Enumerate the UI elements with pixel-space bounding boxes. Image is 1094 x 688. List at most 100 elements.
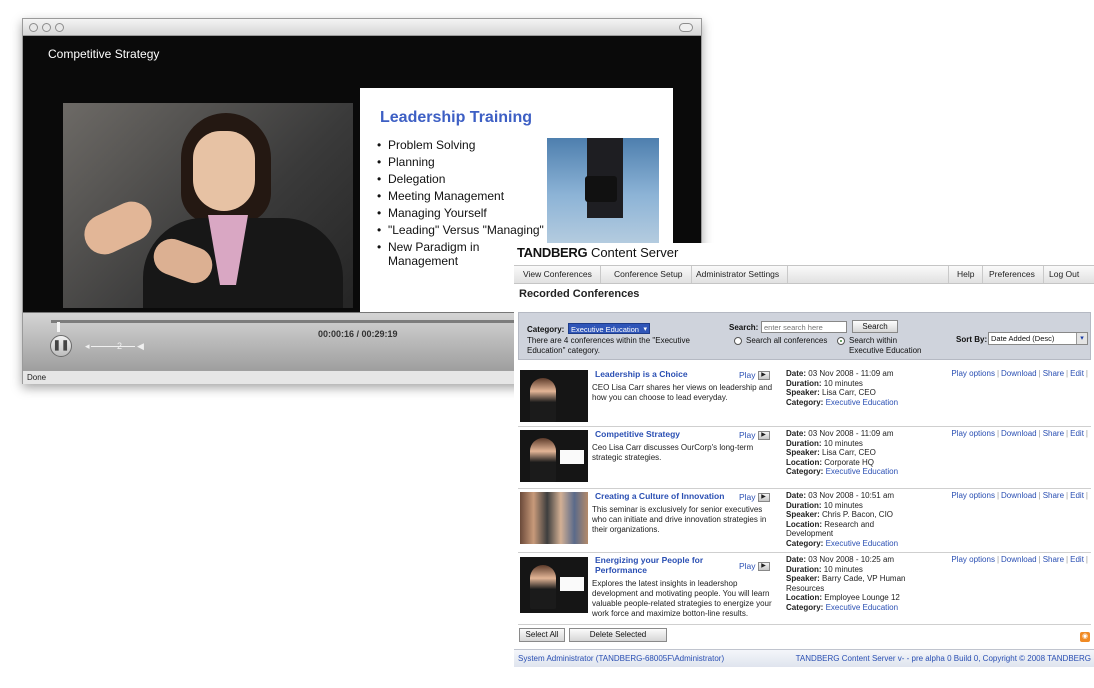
presentation-title: Competitive Strategy (48, 47, 160, 61)
row-actions: Play options | Download | Share | Edit | (951, 369, 1088, 378)
row-actions: Play options | Download | Share | Edit | (951, 429, 1088, 438)
conference-list: Leadership is a Choice Play ▶ CEO Lisa Ca… (518, 367, 1091, 625)
conference-title[interactable]: Competitive Strategy (595, 429, 715, 439)
volume-slider[interactable]: ◂ 2 ◀ (85, 339, 145, 353)
nav-administrator-settings[interactable]: Administrator Settings (688, 266, 789, 283)
download-link[interactable]: Download (1001, 369, 1037, 378)
table-row: Creating a Culture of Innovation Play ▶ T… (518, 489, 1091, 553)
slide-title: Leadership Training (380, 109, 533, 126)
edit-link[interactable]: Edit (1070, 429, 1084, 438)
search-input[interactable] (761, 321, 847, 333)
search-button[interactable]: Search (852, 320, 898, 333)
edit-link[interactable]: Edit (1070, 555, 1084, 564)
volume-low-icon: ◂ (85, 341, 90, 351)
progress-handle[interactable] (56, 322, 60, 332)
nav-help[interactable]: Help (948, 266, 984, 283)
category-link[interactable]: Executive Education (826, 603, 899, 612)
conference-thumbnail[interactable] (520, 557, 588, 613)
table-row: Leadership is a Choice Play ▶ CEO Lisa Ca… (518, 367, 1091, 427)
search-within-radio[interactable] (837, 337, 845, 345)
category-link[interactable]: Executive Education (826, 539, 899, 548)
category-count-note: There are 4 conferences within the "Exec… (527, 336, 690, 355)
logged-in-user: System Administrator (TANDBERG-68005F\Ad… (518, 654, 725, 663)
page-title: Recorded Conferences (519, 288, 640, 300)
play-icon: ▶ (757, 562, 770, 572)
delete-selected-button[interactable]: Delete Selected (569, 628, 667, 642)
search-all-radio[interactable] (734, 337, 742, 345)
nav-log-out[interactable]: Log Out (1041, 266, 1087, 283)
share-link[interactable]: Share (1043, 555, 1064, 564)
chevron-down-icon: ▾ (1076, 333, 1087, 344)
conference-thumbnail[interactable] (520, 492, 588, 544)
version-copyright: TANDBERG Content Server v- - pre alpha 0… (795, 654, 1091, 663)
sort-select[interactable]: Date Added (Desc) ▾ (988, 332, 1088, 345)
rss-icon[interactable]: ◉ (1080, 632, 1090, 642)
conference-description: Explores the latest insights in leadersh… (592, 579, 772, 618)
close-window-button[interactable] (29, 23, 38, 32)
conference-meta: Date: 03 Nov 2008 - 11:09 am Duration: 1… (786, 369, 899, 407)
select-all-button[interactable]: Select All (519, 628, 565, 642)
share-link[interactable]: Share (1043, 369, 1064, 378)
download-link[interactable]: Download (1001, 491, 1037, 500)
speaker-video (63, 103, 353, 308)
chevron-down-icon: ▾ (643, 326, 647, 333)
edit-link[interactable]: Edit (1070, 369, 1084, 378)
download-link[interactable]: Download (1001, 555, 1037, 564)
nav-view-conferences[interactable]: View Conferences (523, 266, 601, 283)
content-server-window: TANDBERG Content Server View Conferences… (514, 243, 1094, 671)
conference-description: This seminar is exclusively for senior e… (592, 505, 767, 534)
play-link[interactable]: Play ▶ (739, 430, 770, 441)
search-all-label: Search all conferences (746, 336, 828, 345)
slide-bullet: Planning (377, 155, 547, 169)
table-row: Competitive Strategy Play ▶ Ceo Lisa Carr… (518, 427, 1091, 489)
play-options-link[interactable]: Play options (951, 369, 995, 378)
share-link[interactable]: Share (1043, 429, 1064, 438)
play-icon: ▶ (757, 431, 770, 441)
conference-meta: Date: 03 Nov 2008 - 10:25 am Duration: 1… (786, 555, 906, 612)
play-options-link[interactable]: Play options (951, 491, 995, 500)
edit-link[interactable]: Edit (1070, 491, 1084, 500)
player-titlebar (23, 19, 701, 36)
nav-preferences[interactable]: Preferences (981, 266, 1044, 283)
minimize-window-button[interactable] (42, 23, 51, 32)
zoom-window-button[interactable] (55, 23, 64, 32)
search-label: Search: (729, 323, 759, 332)
conference-thumbnail[interactable] (520, 430, 588, 482)
category-link[interactable]: Executive Education (826, 398, 899, 407)
conference-description: Ceo Lisa Carr discusses OurCorp's long-t… (592, 443, 754, 462)
play-link[interactable]: Play ▶ (739, 561, 770, 572)
play-options-link[interactable]: Play options (951, 555, 995, 564)
footer-bar: System Administrator (TANDBERG-68005F\Ad… (514, 649, 1094, 667)
row-actions: Play options | Download | Share | Edit | (951, 491, 1088, 500)
nav-conference-setup[interactable]: Conference Setup (606, 266, 692, 283)
app-brand: TANDBERG Content Server (517, 245, 678, 260)
conference-title[interactable]: Creating a Culture of Innovation (595, 491, 745, 501)
slide-bullet: Meeting Management (377, 189, 547, 203)
sort-label: Sort By: (956, 335, 988, 344)
pause-icon: ❚❚ (52, 340, 70, 351)
brand-logo: TANDBERG (517, 245, 588, 260)
play-icon: ▶ (757, 493, 770, 503)
toolbar-toggle-button[interactable] (679, 23, 693, 32)
conference-title[interactable]: Leadership is a Choice (595, 369, 715, 379)
play-link[interactable]: Play ▶ (739, 492, 770, 503)
category-select[interactable]: Executive Education ▾ (568, 323, 650, 334)
pause-button[interactable]: ❚❚ (50, 335, 72, 357)
volume-handle[interactable]: 2 (117, 339, 122, 353)
conference-meta: Date: 03 Nov 2008 - 11:09 am Duration: 1… (786, 429, 899, 476)
slide-bullet: Delegation (377, 172, 547, 186)
play-options-link[interactable]: Play options (951, 429, 995, 438)
brand-product: Content Server (590, 245, 679, 260)
filter-panel: Category: Executive Education ▾ There ar… (518, 312, 1091, 360)
conference-thumbnail[interactable] (520, 370, 588, 422)
conference-title[interactable]: Energizing your People for Performance (595, 555, 715, 575)
play-link[interactable]: Play ▶ (739, 370, 770, 381)
download-link[interactable]: Download (1001, 429, 1037, 438)
category-label: Category: (527, 325, 565, 334)
play-icon: ▶ (757, 371, 770, 381)
category-link[interactable]: Executive Education (826, 467, 899, 476)
share-link[interactable]: Share (1043, 491, 1064, 500)
slide-bullet: Problem Solving (377, 138, 547, 152)
table-row: Energizing your People for Performance P… (518, 553, 1091, 625)
timecode: 00:00:16 / 00:29:19 (318, 329, 398, 339)
